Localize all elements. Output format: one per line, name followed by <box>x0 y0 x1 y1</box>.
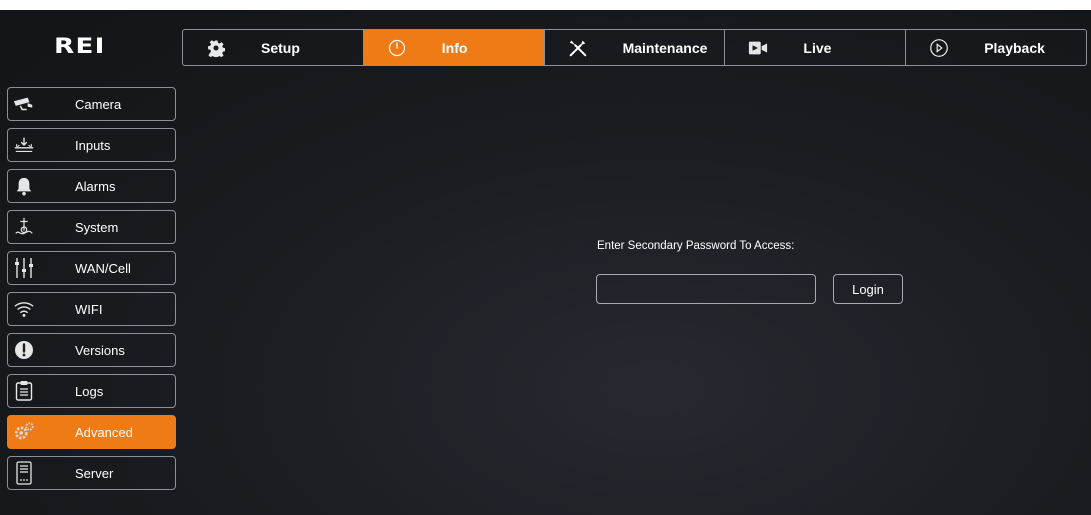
sidebar-item-label: System <box>75 219 119 235</box>
sidebar-item-inputs[interactable]: Inputs <box>7 128 176 162</box>
inputs-icon <box>12 133 36 157</box>
tab-maintenance[interactable]: Maintenance <box>545 30 726 65</box>
sidebar-item-label: WAN/Cell <box>75 260 131 276</box>
sidebar-item-label: Server <box>75 465 114 481</box>
wifi-icon <box>12 297 36 321</box>
sidebar-item-logs[interactable]: Logs <box>7 374 176 408</box>
sidebar-item-label: Camera <box>75 96 122 112</box>
video-camera-icon <box>747 37 769 59</box>
app-window: REI Setup Info Maintenance Live Playback… <box>0 10 1091 515</box>
play-circle-icon <box>928 37 950 59</box>
tab-info-label: Info <box>441 39 468 56</box>
tab-setup[interactable]: Setup <box>183 30 364 65</box>
sidebar-item-advanced[interactable]: Advanced <box>7 415 176 449</box>
secondary-password-input[interactable] <box>596 274 816 304</box>
security-camera-icon <box>12 92 36 116</box>
tab-info[interactable]: Info <box>363 30 545 65</box>
tab-playback[interactable]: Playback <box>906 30 1086 65</box>
sidebar-item-alarms[interactable]: Alarms <box>7 169 176 203</box>
sidebar-item-server[interactable]: Server <box>7 456 176 490</box>
tab-maintenance-label: Maintenance <box>622 39 708 56</box>
clock-icon <box>386 37 408 59</box>
clipboard-icon <box>12 379 36 403</box>
login-button[interactable]: Login <box>833 274 903 304</box>
password-prompt: Enter Secondary Password To Access: <box>597 240 795 252</box>
sidebar-item-wifi[interactable]: WIFI <box>7 292 176 326</box>
sidebar-item-label: Inputs <box>75 137 111 153</box>
tab-live-label: Live <box>803 39 832 56</box>
gear-icon <box>205 37 227 59</box>
sidebar-item-label: Versions <box>75 342 125 358</box>
sidebar-item-label: WIFI <box>75 301 103 317</box>
sidebar-item-wan-cell[interactable]: WAN/Cell <box>7 251 176 285</box>
tab-live[interactable]: Live <box>725 30 907 65</box>
sidebar-item-label: Alarms <box>75 178 116 194</box>
sidebar-item-label: Advanced <box>75 424 133 440</box>
tab-setup-label: Setup <box>261 39 300 56</box>
sidebar-item-system[interactable]: System <box>7 210 176 244</box>
rei-logo: REI <box>54 34 106 58</box>
system-icon <box>12 215 36 239</box>
sliders-icon <box>12 256 36 280</box>
top-navigation: Setup Info Maintenance Live Playback <box>182 29 1087 66</box>
sidebar: Camera Inputs Alarms System WAN/Cell WIF… <box>7 87 176 497</box>
sidebar-item-versions[interactable]: Versions <box>7 333 176 367</box>
bell-icon <box>12 174 36 198</box>
server-icon <box>12 461 36 485</box>
sidebar-item-camera[interactable]: Camera <box>7 87 176 121</box>
sidebar-item-label: Logs <box>75 383 104 399</box>
gears-icon <box>12 420 36 444</box>
alert-circle-icon <box>12 338 36 362</box>
tools-icon <box>567 37 589 59</box>
tab-playback-label: Playback <box>984 39 1045 56</box>
